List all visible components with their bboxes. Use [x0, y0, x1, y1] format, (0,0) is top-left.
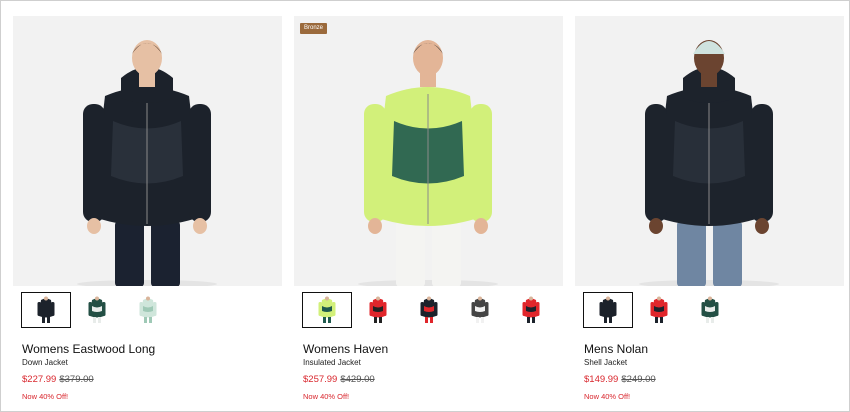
sale-price: $227.99 [22, 374, 57, 385]
color-swatches [302, 292, 557, 328]
color-swatches [21, 292, 276, 328]
product-card[interactable]: Mens Nolan Shell Jacket $149.99 $249.00 N… [575, 16, 844, 406]
original-price: $249.00 [621, 374, 656, 385]
color-swatch[interactable] [455, 292, 505, 328]
product-image[interactable]: Bronze [294, 16, 563, 286]
promo-text: Now 40% Off! [584, 392, 631, 401]
color-swatch[interactable] [353, 292, 403, 328]
product-subtitle: Shell Jacket [584, 358, 628, 367]
product-subtitle: Insulated Jacket [303, 358, 361, 367]
tier-badge: Bronze [300, 23, 328, 34]
model-figure [77, 40, 217, 286]
product-card[interactable]: Womens Eastwood Long Down Jacket $227.99… [13, 16, 282, 406]
color-swatch[interactable] [634, 292, 684, 328]
color-swatches [583, 292, 838, 328]
product-grid: Womens Eastwood Long Down Jacket $227.99… [13, 16, 845, 406]
color-swatch[interactable] [21, 292, 71, 328]
color-swatch[interactable] [123, 292, 173, 328]
price: $149.99 $249.00 [584, 374, 656, 385]
price: $257.99 $429.00 [303, 374, 375, 385]
color-swatch[interactable] [685, 292, 735, 328]
product-name[interactable]: Womens Eastwood Long [22, 342, 155, 356]
product-name[interactable]: Womens Haven [303, 342, 388, 356]
sale-price: $257.99 [303, 374, 338, 385]
product-card[interactable]: Bronze Womens Haven Insulated Jacket $25… [294, 16, 563, 406]
color-swatch[interactable] [302, 292, 352, 328]
original-price: $379.00 [59, 374, 94, 385]
product-name[interactable]: Mens Nolan [584, 342, 648, 356]
model-figure [639, 40, 779, 286]
sale-price: $149.99 [584, 374, 619, 385]
model-figure [358, 40, 498, 286]
product-image[interactable] [575, 16, 844, 286]
page-frame: Womens Eastwood Long Down Jacket $227.99… [0, 0, 850, 412]
original-price: $429.00 [340, 374, 375, 385]
color-swatch[interactable] [583, 292, 633, 328]
promo-text: Now 40% Off! [303, 392, 350, 401]
color-swatch[interactable] [404, 292, 454, 328]
promo-text: Now 40% Off! [22, 392, 69, 401]
color-swatch[interactable] [506, 292, 556, 328]
product-subtitle: Down Jacket [22, 358, 68, 367]
product-image[interactable] [13, 16, 282, 286]
price: $227.99 $379.00 [22, 374, 94, 385]
color-swatch[interactable] [72, 292, 122, 328]
